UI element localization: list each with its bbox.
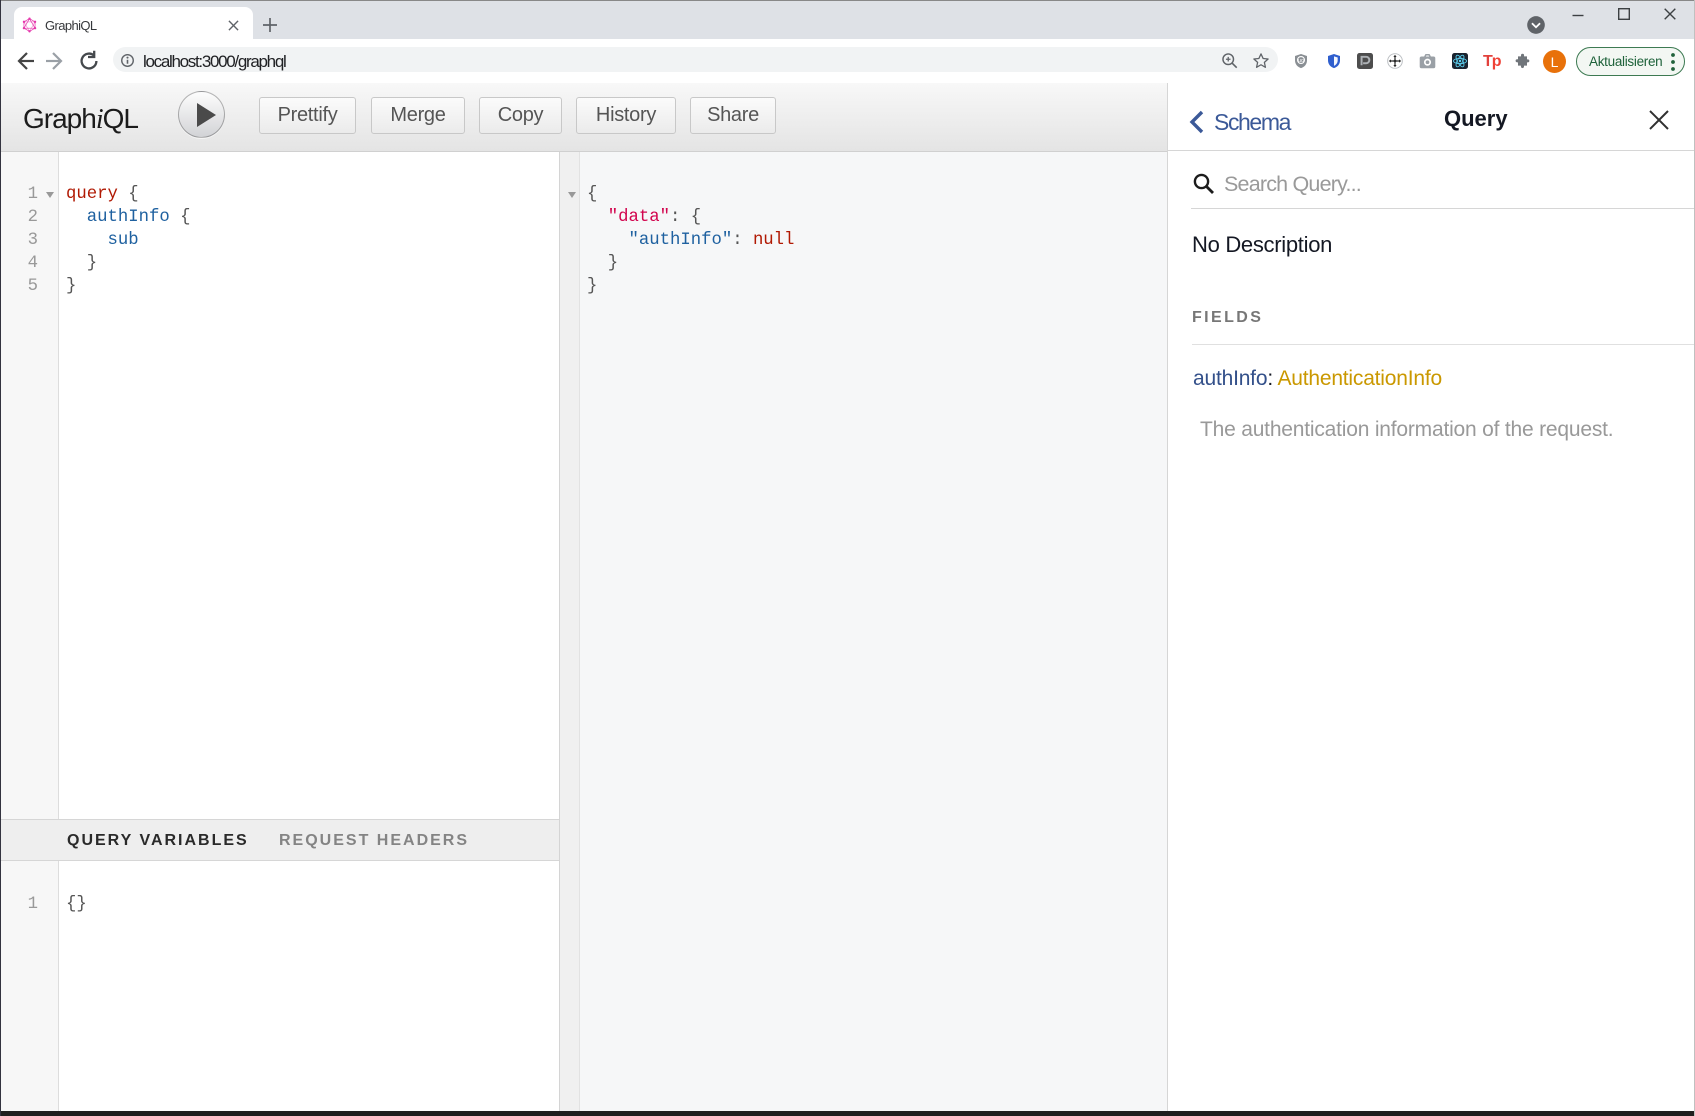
svg-text:uo: uo bbox=[1298, 58, 1304, 64]
